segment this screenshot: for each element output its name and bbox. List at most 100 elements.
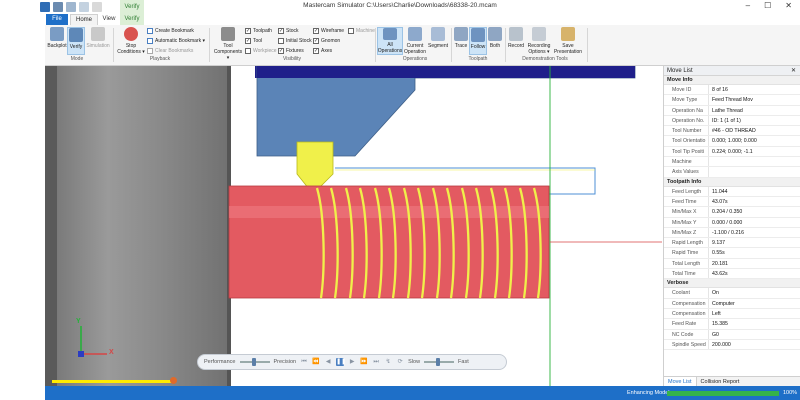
move-list-section-header[interactable]: Toolpath Info	[664, 177, 800, 187]
trace-button[interactable]: Trace	[453, 27, 469, 49]
verify-button[interactable]: Verify	[67, 27, 85, 55]
stop-at-icon[interactable]: ↯	[384, 358, 392, 366]
previous-bookmark-icon[interactable]: ⏪	[312, 358, 320, 366]
simulation-icon	[91, 27, 105, 41]
property-name: Operation No.	[664, 115, 709, 126]
playback-progress-handle[interactable]	[170, 377, 177, 384]
all-operations-button[interactable]: All Operations	[377, 27, 403, 55]
automatic-bookmark-button[interactable]: Automatic Bookmark ▾	[147, 38, 205, 44]
gnomon-checkbox[interactable]: ✓ Gnomon	[313, 38, 340, 44]
tab-verify[interactable]: Verify	[120, 14, 144, 25]
property-name: Rapid Length	[664, 238, 709, 248]
stock-checkbox[interactable]: ✓ Stock	[278, 28, 299, 34]
verify-icon	[69, 28, 83, 42]
clear-bookmarks-button[interactable]: Clear Bookmarks	[147, 48, 193, 54]
stop-conditions-button[interactable]: Stop Conditions ▾	[117, 27, 145, 55]
property-value	[709, 157, 800, 166]
create-bookmark-label: Create Bookmark	[155, 28, 194, 34]
record-button[interactable]: Record	[507, 27, 525, 49]
toolpath-checkbox[interactable]: ✓ Toolpath	[245, 28, 272, 34]
open-icon[interactable]	[66, 2, 76, 12]
current-operation-button[interactable]: Current Operation	[403, 27, 427, 55]
property-name: Tool Orientatio	[664, 136, 709, 146]
simulation-viewport[interactable]: Y X	[45, 66, 662, 386]
segment-button[interactable]: Segment	[427, 27, 449, 49]
property-name: Feed Rate	[664, 319, 709, 329]
close-button[interactable]: ✕	[785, 1, 792, 10]
loop-icon[interactable]: ⟳	[396, 358, 404, 366]
move-list-section-header[interactable]: Verbose	[664, 279, 800, 289]
initial-stock-checkbox-label: Initial Stock	[286, 38, 312, 44]
app-logo-icon	[40, 2, 50, 12]
save-presentation-button[interactable]: Save Presentation	[553, 27, 583, 55]
maximize-button[interactable]: ☐	[764, 1, 771, 10]
precision-label: Precision	[273, 359, 297, 365]
property-name: Total Time	[664, 269, 709, 279]
go-to-end-icon[interactable]: ⏭	[372, 358, 380, 366]
current-operation-icon	[408, 27, 422, 41]
quality-slider-knob[interactable]	[251, 358, 256, 366]
create-bookmark-button[interactable]: Create Bookmark	[147, 28, 194, 34]
property-name: Rapid Time	[664, 248, 709, 258]
playback-group-label: Playback	[149, 56, 171, 62]
wireframe-checkbox[interactable]: ✓ Wireframe	[313, 28, 344, 34]
simulation-button[interactable]: Simulation	[86, 27, 110, 49]
step-back-icon[interactable]: ◀	[324, 358, 332, 366]
tool-components-button[interactable]: Tool Components ▾	[213, 27, 243, 61]
quality-slider[interactable]	[239, 358, 270, 366]
playback-progress-track[interactable]	[52, 380, 172, 383]
tab-move-list[interactable]: Move List	[664, 377, 697, 386]
record-icon	[509, 27, 523, 41]
move-list-section-header[interactable]: Move Info	[664, 76, 800, 85]
next-bookmark-icon[interactable]: ⏩	[360, 358, 368, 366]
property-name: Feed Time	[664, 196, 709, 207]
speed-slider[interactable]	[424, 358, 455, 366]
tab-file[interactable]: File	[46, 14, 68, 25]
window-controls: – ☐ ✕	[746, 1, 792, 10]
speed-slider-knob[interactable]	[436, 358, 441, 366]
recording-options-button[interactable]: Recording Options ▾	[525, 27, 553, 55]
machine-checkbox[interactable]: Machine	[348, 28, 375, 34]
segment-icon	[431, 27, 445, 41]
group-divider	[451, 28, 452, 62]
group-divider	[505, 28, 506, 62]
go-to-start-icon[interactable]: ⏮	[300, 358, 308, 366]
property-name: Tool Number	[664, 126, 709, 136]
save-icon[interactable]	[53, 2, 63, 12]
backplot-label: Backplot	[47, 43, 67, 49]
fast-label: Fast	[458, 359, 469, 365]
record-label: Record	[507, 43, 525, 49]
property-name: NC Code	[664, 329, 709, 339]
recording-options-label: Recording Options ▾	[527, 43, 551, 55]
backplot-button[interactable]: Backplot	[47, 27, 67, 49]
title-bar: Verify Mastercam Simulator C:\Users\Char…	[0, 0, 800, 14]
pause-icon[interactable]: ❚❚	[336, 358, 346, 366]
initial-stock-checkbox[interactable]: Initial Stock	[278, 38, 312, 44]
workpiece-checkbox[interactable]: Workpiece	[245, 48, 277, 54]
tool-components-label: Tool Components ▾	[213, 43, 243, 61]
tab-home[interactable]: Home	[70, 14, 98, 25]
both-button[interactable]: Both	[487, 27, 503, 49]
tool-checkbox[interactable]: ✓ Tool	[245, 38, 262, 44]
move-list-row: Total Time 43.62s	[664, 269, 800, 280]
current-operation-label: Current Operation	[404, 43, 426, 55]
tab-view[interactable]: View	[98, 14, 120, 25]
undo-icon[interactable]	[92, 2, 102, 12]
minimize-button[interactable]: –	[746, 1, 750, 10]
property-name: Feed Length	[664, 186, 709, 196]
step-forward-icon[interactable]: ▶	[348, 358, 356, 366]
backplot-icon	[50, 27, 64, 41]
panel-close-icon[interactable]: ✕	[791, 66, 796, 75]
fixtures-checkbox[interactable]: ✓ Fixtures	[278, 48, 304, 54]
property-name: Compensation	[664, 308, 709, 319]
axes-checkbox[interactable]: ✓ Axes	[313, 48, 332, 54]
toolpath-checkbox-label: Toolpath	[253, 28, 272, 34]
move-list-row: Min/Max X 0.204 / 0.350	[664, 207, 800, 218]
workpiece-checkbox-label: Workpiece	[253, 48, 277, 54]
verify-label: Verify	[69, 44, 83, 50]
x-axis-label: X	[109, 349, 114, 356]
tab-collision-report[interactable]: Collision Report	[697, 377, 744, 386]
print-icon[interactable]	[79, 2, 89, 12]
move-list-title: Move List	[667, 68, 693, 74]
follow-button[interactable]: Follow	[469, 27, 487, 55]
